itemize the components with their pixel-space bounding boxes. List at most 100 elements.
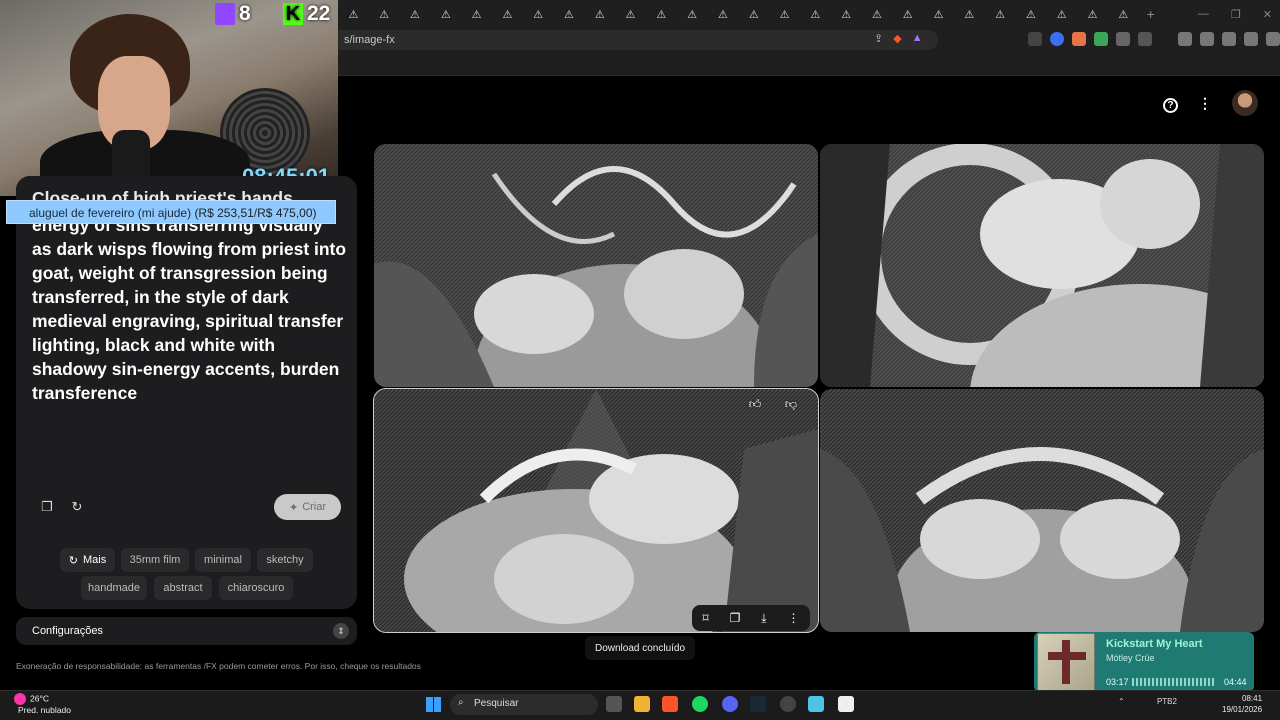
browser-tab[interactable]: ⚠ xyxy=(985,0,1016,28)
copy-icon[interactable]: ❐ xyxy=(36,496,58,518)
chip-sketchy[interactable]: sketchy xyxy=(257,548,313,572)
bookmark-icon[interactable]: ⌑ xyxy=(702,611,708,625)
goal-label: aluguel de fevereiro (mi ajude) xyxy=(29,206,192,220)
more-options-icon[interactable]: ⋮ xyxy=(788,611,800,625)
expand-icon: ⇕ xyxy=(333,623,349,639)
browser-tab[interactable]: ⚠ xyxy=(1046,0,1077,28)
extension-icon[interactable] xyxy=(1050,32,1064,46)
browser-tab[interactable]: ⚠ xyxy=(554,0,585,28)
share-icon[interactable]: ⇪ xyxy=(874,32,883,45)
browser-tab[interactable]: ⚠ xyxy=(461,0,492,28)
extension-icon[interactable] xyxy=(1072,32,1086,46)
chip-minimal[interactable]: minimal xyxy=(195,548,251,572)
browser-tab[interactable]: ⚠ xyxy=(492,0,523,28)
settings-toggle[interactable]: Configurações ⇕ xyxy=(16,617,357,645)
thumbs-up-icon[interactable]: 👍︎ xyxy=(744,394,766,414)
obs-icon[interactable] xyxy=(780,696,796,712)
user-avatar[interactable] xyxy=(1232,90,1258,116)
close-button[interactable]: ✕ xyxy=(1263,8,1272,21)
browser-tab[interactable]: ⚠ xyxy=(369,0,400,28)
browser-tab[interactable]: ⚠ xyxy=(1108,0,1139,28)
donation-goal-bar: aluguel de fevereiro (mi ajude) (R$ 253,… xyxy=(6,200,336,224)
help-icon[interactable]: ? xyxy=(1163,95,1178,113)
leo-icon[interactable] xyxy=(1244,32,1258,46)
steam-icon[interactable] xyxy=(750,696,766,712)
browser-tab[interactable]: ⚠ xyxy=(338,0,369,28)
spotify-icon[interactable] xyxy=(692,696,708,712)
browser-tab[interactable]: ⚠ xyxy=(615,0,646,28)
disclaimer-text: Exoneração de responsabilidade: as ferra… xyxy=(16,661,421,671)
sidebar-icon[interactable] xyxy=(1200,32,1214,46)
browser-tab[interactable]: ⚠ xyxy=(769,0,800,28)
audio-waveform xyxy=(1132,678,1216,686)
copy-icon[interactable]: ❐ xyxy=(730,611,741,625)
browser-tab[interactable]: ⚠ xyxy=(738,0,769,28)
browser-tab[interactable]: ⚠ xyxy=(831,0,862,28)
browser-tab[interactable]: ⚠ xyxy=(800,0,831,28)
download-icon[interactable] xyxy=(1178,32,1192,46)
browser-tab[interactable]: ⚠ xyxy=(954,0,985,28)
weather-widget[interactable]: 26°C Pred. nublado xyxy=(14,693,71,716)
wallet-icon[interactable] xyxy=(1222,32,1236,46)
maximize-button[interactable]: ❐ xyxy=(1231,8,1241,21)
browser-tab[interactable]: ⚠ xyxy=(584,0,615,28)
chip-handmade[interactable]: handmade xyxy=(81,576,147,600)
more-menu-icon[interactable]: ⋮ xyxy=(1198,95,1212,112)
browser-tab[interactable]: ⚠ xyxy=(1077,0,1108,28)
twitch-count: 8 xyxy=(239,2,251,25)
language-indicator[interactable]: PTB2 xyxy=(1157,697,1177,706)
brave-rewards-icon[interactable]: ▲ xyxy=(912,32,923,45)
extension-icon[interactable] xyxy=(1138,32,1152,46)
extension-icon[interactable] xyxy=(1094,32,1108,46)
discord-icon[interactable] xyxy=(722,696,738,712)
tab-strip: ⚠ ⚠ ⚠ ⚠ ⚠ ⚠ ⚠ ⚠ ⚠ ⚠ ⚠ ⚠ ⚠ ⚠ ⚠ ⚠ ⚠ ⚠ ⚠ ⚠ ⚠ ⚠ ⚠ ⚠ ⚠ ⚠ + xyxy=(338,0,1280,28)
chip-chiaroscuro[interactable]: chiaroscuro xyxy=(219,576,293,600)
browser-tab[interactable]: ⚠ xyxy=(523,0,554,28)
app-icon[interactable] xyxy=(838,696,854,712)
generated-image-3[interactable] xyxy=(373,388,819,633)
vpn-icon[interactable] xyxy=(1266,32,1280,46)
search-placeholder: Pesquisar xyxy=(474,698,519,709)
twitch-icon xyxy=(215,3,235,25)
taskbar-search[interactable]: ⌕ Pesquisar xyxy=(450,694,598,715)
generated-image-1[interactable] xyxy=(374,144,818,387)
task-view-icon[interactable] xyxy=(606,696,622,712)
address-bar[interactable]: s/image-fx xyxy=(338,30,938,50)
generated-image-4[interactable] xyxy=(820,389,1264,632)
start-icon[interactable] xyxy=(426,697,441,712)
chip-mais[interactable]: ↻ Mais xyxy=(60,548,115,572)
puzzle-icon[interactable] xyxy=(1116,32,1130,46)
browser-tab[interactable]: ⚠ xyxy=(1016,0,1047,28)
minimize-button[interactable]: — xyxy=(1198,8,1209,20)
download-icon[interactable]: ⤓ xyxy=(761,611,766,626)
chip-abstract[interactable]: abstract xyxy=(154,576,212,600)
download-toast: Download concluído xyxy=(585,636,695,660)
file-explorer-icon[interactable] xyxy=(634,696,650,712)
goal-amount: (R$ 253,51/R$ 475,00) xyxy=(194,206,317,220)
system-tray[interactable]: ⌃ PTB2 xyxy=(1118,697,1177,706)
brave-shield-icon[interactable]: ◆ xyxy=(893,32,901,45)
clock[interactable]: 08:41 19/01/2026 xyxy=(1222,693,1262,715)
window-controls: — ❐ ✕ xyxy=(1198,0,1272,28)
generated-image-2[interactable] xyxy=(820,144,1264,387)
browser-tab[interactable]: ⚠ xyxy=(430,0,461,28)
notepad-icon[interactable] xyxy=(808,696,824,712)
criar-label: Criar xyxy=(302,501,327,513)
new-tab-button[interactable]: + xyxy=(1139,0,1163,28)
extension-icon[interactable] xyxy=(1028,32,1042,46)
browser-tab[interactable]: ⚠ xyxy=(646,0,677,28)
refresh-icon[interactable]: ↻ xyxy=(66,496,88,518)
browser-tab[interactable]: ⚠ xyxy=(862,0,893,28)
browser-tab[interactable]: ⚠ xyxy=(708,0,739,28)
chevron-up-icon[interactable]: ⌃ xyxy=(1118,697,1125,706)
browser-tab[interactable]: ⚠ xyxy=(923,0,954,28)
search-icon: ⌕ xyxy=(458,697,464,708)
url-bar-row: s/image-fx ⇪ ◆ ▲ xyxy=(338,28,1280,52)
thumbs-down-icon[interactable]: 👎︎ xyxy=(780,394,802,414)
chip-35mm-film[interactable]: 35mm film xyxy=(121,548,189,572)
brave-icon[interactable] xyxy=(662,696,678,712)
browser-tab[interactable]: ⚠ xyxy=(677,0,708,28)
criar-button[interactable]: ✦ Criar xyxy=(274,494,341,520)
browser-tab[interactable]: ⚠ xyxy=(892,0,923,28)
browser-tab[interactable]: ⚠ xyxy=(400,0,431,28)
